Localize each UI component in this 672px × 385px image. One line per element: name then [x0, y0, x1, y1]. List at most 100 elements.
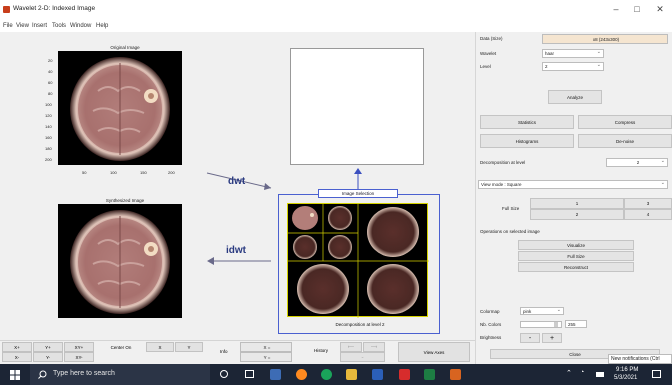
- idwt-arrow: [207, 257, 271, 265]
- search-placeholder: Type here to search: [53, 370, 115, 377]
- denoise-button[interactable]: De-noise: [578, 134, 672, 148]
- synthesized-mri-image: [70, 210, 170, 314]
- zoom-y-minus-button[interactable]: Y-: [33, 352, 63, 362]
- firefox-icon[interactable]: [296, 369, 307, 380]
- taskbar-search-box[interactable]: Type here to search: [30, 364, 210, 385]
- wavelet-label: Wavelet: [480, 51, 497, 56]
- task-view-icon[interactable]: [245, 370, 254, 378]
- analyze-button[interactable]: Analyze: [548, 90, 602, 104]
- menu-view[interactable]: View: [16, 23, 29, 29]
- decomposition-image[interactable]: [287, 203, 429, 318]
- info-label: Info: [220, 349, 228, 354]
- colormap-label: Colormap: [480, 309, 500, 314]
- history-label: History: [314, 348, 329, 353]
- original-image-axes[interactable]: [58, 51, 182, 165]
- wavelet-dropdown[interactable]: haar: [542, 49, 604, 58]
- zoom-xy-plus-button[interactable]: XY+: [64, 342, 94, 352]
- menu-window[interactable]: Window: [70, 23, 91, 29]
- full-size-1-button[interactable]: 1: [530, 198, 624, 209]
- x-coordinate-field: X =: [240, 342, 292, 352]
- zoom-y-plus-button[interactable]: Y+: [33, 342, 63, 352]
- clock-time[interactable]: 9:16 PM: [616, 367, 638, 373]
- close-button[interactable]: ✕: [652, 4, 668, 15]
- history-right-button[interactable]: ⟶: [363, 342, 385, 352]
- decomposition-caption: Decomposition at level 2: [335, 322, 385, 327]
- idwt-label: idwt: [226, 245, 246, 256]
- colormap-dropdown[interactable]: pink: [520, 307, 564, 315]
- nb-colors-slider[interactable]: [520, 321, 562, 328]
- tray-up-icon[interactable]: ⌃: [566, 369, 572, 377]
- ytick: 20: [48, 58, 53, 63]
- synthesized-image-title: Synthesized Image: [105, 198, 145, 203]
- data-label: Data (Size): [480, 36, 503, 41]
- ytick: 60: [48, 80, 53, 85]
- full-size-4-button[interactable]: 4: [624, 209, 672, 220]
- zoom-x-minus-button[interactable]: X-: [2, 352, 32, 362]
- ytick: 140: [45, 124, 52, 129]
- brightness-plus-button[interactable]: +: [542, 333, 562, 343]
- cortana-icon[interactable]: [220, 370, 228, 378]
- zoom-xy-minus-button[interactable]: XY-: [64, 352, 94, 362]
- slider-thumb[interactable]: [554, 322, 558, 327]
- menu-help[interactable]: Help: [96, 23, 108, 29]
- full-size-2-button[interactable]: 2: [530, 209, 624, 220]
- history-left-button[interactable]: ⟵: [340, 342, 362, 352]
- selected-image-axes[interactable]: [290, 48, 424, 165]
- network-icon[interactable]: ◔: [580, 369, 584, 376]
- search-icon: [38, 370, 47, 379]
- notification-toast[interactable]: New notifications (Ctrl: [608, 354, 672, 364]
- xtick: 100: [110, 170, 117, 175]
- windows-taskbar: Type here to search ⌃ ◔ 9:16 PM 5/3/2021: [0, 364, 672, 385]
- notification-center-icon[interactable]: [652, 370, 661, 378]
- ytick: 120: [45, 113, 52, 118]
- menu-bar: File View Insert Tools Window Help: [0, 21, 672, 32]
- menu-tools[interactable]: Tools: [52, 23, 66, 29]
- xtick: 200: [168, 170, 175, 175]
- full-size-label: Full Size: [502, 206, 520, 211]
- ytick: 200: [45, 157, 52, 162]
- center-x-button[interactable]: X: [146, 342, 174, 352]
- menu-insert[interactable]: Insert: [32, 23, 47, 29]
- excel-icon[interactable]: [424, 369, 435, 380]
- nb-colors-field[interactable]: 255: [565, 320, 587, 328]
- level-dropdown[interactable]: 2: [542, 62, 604, 71]
- matlab-app-icon: [3, 6, 10, 13]
- operations-label: Operations on selected image: [480, 229, 540, 234]
- view-axes-button[interactable]: View Axes: [398, 342, 470, 362]
- histograms-button[interactable]: Histograms: [480, 134, 574, 148]
- battery-icon[interactable]: [596, 372, 604, 377]
- explorer-icon[interactable]: [346, 369, 357, 380]
- reconstruct-button[interactable]: Reconstruct: [518, 262, 634, 272]
- xtick: 150: [140, 170, 147, 175]
- word-icon[interactable]: [372, 369, 383, 380]
- center-y-button[interactable]: Y: [175, 342, 203, 352]
- view-mode-dropdown[interactable]: View mode : Square: [478, 180, 668, 189]
- original-mri-image: [70, 57, 170, 161]
- menu-file[interactable]: File: [3, 23, 13, 29]
- chrome-icon[interactable]: [321, 369, 332, 380]
- file-manager-icon[interactable]: [270, 369, 281, 380]
- history-down-button[interactable]: ⌄: [340, 352, 385, 362]
- center-on-label: Center On: [110, 345, 132, 350]
- synthesized-image-axes[interactable]: [58, 204, 182, 318]
- decomposition-level-dropdown[interactable]: 2: [606, 158, 668, 167]
- brightness-minus-button[interactable]: -: [520, 333, 540, 343]
- window-title: Wavelet 2-D: Indexed Image: [13, 5, 96, 12]
- full-size-3-button[interactable]: 3: [624, 198, 672, 209]
- title-bar: Wavelet 2-D: Indexed Image – □ ✕: [0, 0, 672, 21]
- ytick: 180: [45, 146, 52, 151]
- full-size-button[interactable]: Full Size: [518, 251, 634, 261]
- maximize-button[interactable]: □: [629, 4, 645, 14]
- windows-start-icon[interactable]: [10, 370, 20, 380]
- compress-button[interactable]: Compress: [578, 115, 672, 129]
- image-selection-label: Image Selection: [318, 189, 398, 198]
- matlab-icon[interactable]: [450, 369, 461, 380]
- visualize-button[interactable]: Visualize: [518, 240, 634, 250]
- zoom-x-plus-button[interactable]: X+: [2, 342, 32, 352]
- clock-date[interactable]: 5/3/2021: [614, 375, 637, 381]
- pdf-icon[interactable]: [399, 369, 410, 380]
- statistics-button[interactable]: Statistics: [480, 115, 574, 129]
- xtick: 50: [82, 170, 87, 175]
- minimize-button[interactable]: –: [608, 4, 624, 14]
- brightness-label: Brightness: [480, 335, 502, 340]
